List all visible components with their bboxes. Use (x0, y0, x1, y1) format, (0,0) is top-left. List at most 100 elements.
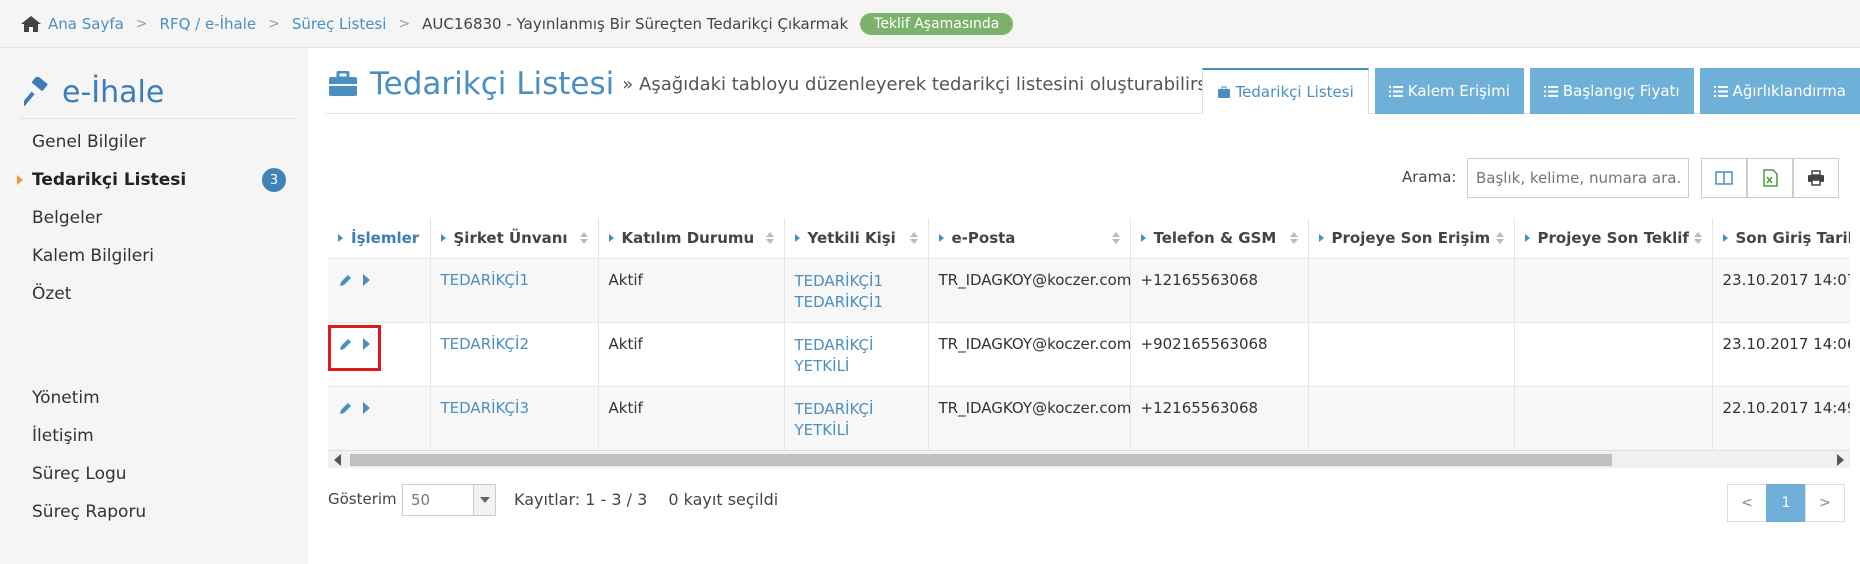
table-row: TEDARİKÇİ2 Aktif TEDARİKÇİ YETKİLİ TR_ID… (328, 321, 1850, 386)
company-link[interactable]: TEDARİKÇİ2 (430, 321, 599, 386)
sort-icon[interactable] (1693, 232, 1702, 244)
table-cell: +12165563068 (1130, 385, 1309, 450)
excel-icon (1763, 169, 1778, 187)
brand: e-İhale (24, 72, 164, 112)
table-cell: 23.10.2017 14:06 (1712, 321, 1850, 386)
expand-icon[interactable] (363, 274, 370, 286)
divider (20, 118, 295, 119)
columns-button[interactable] (1701, 158, 1747, 198)
sidebar-item-label: Süreç Raporu (32, 502, 147, 522)
table-cell (1308, 385, 1515, 450)
records-summary: Kayıtlar: 1 - 3 / 3 0 kayıt seçildi (514, 490, 778, 509)
list-icon (1388, 85, 1403, 97)
table-cell: Aktif (598, 321, 785, 386)
print-icon (1808, 170, 1824, 186)
column-header[interactable]: İşlemler (328, 218, 431, 258)
tab-tedarikci-listesi[interactable]: Tedarikçi Listesi (1201, 68, 1369, 114)
row-actions (328, 257, 431, 322)
column-header[interactable]: Projeye Son Teklif (1514, 218, 1713, 258)
pagination-next[interactable]: > (1805, 484, 1845, 522)
column-header[interactable]: Telefon & GSM (1130, 218, 1309, 258)
table-cell: +902165563068 (1130, 321, 1309, 386)
sort-icon[interactable] (579, 232, 588, 244)
table-cell: Aktif (598, 385, 785, 450)
selected-count: 0 kayıt seçildi (668, 490, 779, 509)
sort-icon[interactable] (1495, 232, 1504, 244)
column-header[interactable]: Katılım Durumu (598, 218, 785, 258)
column-header[interactable]: e-Posta (928, 218, 1131, 258)
sidebar-item-tedarikci-listesi[interactable]: Tedarikçi Listesi 3 (0, 161, 308, 199)
column-header[interactable]: Yetkili Kişi (784, 218, 929, 258)
pagination-page[interactable]: 1 (1766, 484, 1806, 522)
sort-icon[interactable] (909, 232, 918, 244)
table-cell: TR_IDAGKOY@koczer.com (928, 257, 1131, 322)
column-header[interactable]: Son Giriş Tarihi (1712, 218, 1850, 258)
sidebar-item-label: Özet (32, 284, 72, 304)
sidebar-item-iletisim[interactable]: İletişim (0, 417, 308, 455)
status-badge: Teklif Aşamasında (860, 12, 1014, 35)
table-cell: TR_IDAGKOY@koczer.com (928, 321, 1131, 386)
sidebar-item-label: Genel Bilgiler (32, 132, 146, 152)
sidebar-item-surec-raporu[interactable]: Süreç Raporu (0, 493, 308, 531)
export-excel-button[interactable] (1747, 158, 1793, 198)
sidebar-item-label: Tedarikçi Listesi (32, 170, 187, 190)
page-subtitle: » Aşağıdaki tabloyu düzenleyerek tedarik… (622, 73, 1244, 95)
chevron-down-icon[interactable] (473, 485, 495, 515)
table-row: TEDARİKÇİ3 Aktif TEDARİKÇİ YETKİLİ TR_ID… (328, 385, 1850, 450)
tab-label: Başlangıç Fiyatı (1562, 82, 1680, 100)
page-size-select[interactable]: 50 (402, 484, 496, 516)
breadcrumb-rfq-link[interactable]: RFQ / e-İhale (160, 15, 257, 33)
sidebar-item-surec-logu[interactable]: Süreç Logu (0, 455, 308, 493)
sidebar-item-belgeler[interactable]: Belgeler (0, 199, 308, 237)
scroll-right-icon[interactable] (1837, 454, 1844, 466)
scroll-left-icon[interactable] (334, 454, 341, 466)
sort-icon[interactable] (1289, 232, 1298, 244)
print-button[interactable] (1793, 158, 1839, 198)
column-header[interactable]: Projeye Son Erişim (1308, 218, 1515, 258)
contact-link[interactable]: TEDARİKÇİ1 TEDARİKÇİ1 (795, 271, 918, 313)
contact-link[interactable]: TEDARİKÇİ YETKİLİ (795, 399, 918, 441)
company-link[interactable]: TEDARİKÇİ3 (430, 385, 599, 450)
table-cell (1514, 385, 1713, 450)
edit-icon[interactable] (338, 273, 353, 288)
briefcase-icon (329, 71, 357, 96)
search-input[interactable] (1467, 158, 1689, 198)
breadcrumb-separator: > (135, 15, 148, 32)
sidebar-item-yonetim[interactable]: Yönetim (0, 379, 308, 417)
count-badge: 3 (262, 168, 286, 192)
table-cell: +12165563068 (1130, 257, 1309, 322)
sidebar-item-label: Kalem Bilgileri (32, 246, 154, 266)
tab-baslangic-fiyati[interactable]: Başlangıç Fiyatı (1529, 68, 1694, 114)
sidebar-item-ozet[interactable]: Özet (0, 275, 308, 313)
tab-agirliklandirma[interactable]: Ağırlıklandırma (1699, 68, 1860, 114)
edit-icon[interactable] (338, 401, 353, 416)
list-icon (1543, 85, 1558, 97)
sidebar-item-genel-bilgiler[interactable]: Genel Bilgiler (0, 123, 308, 161)
breadcrumb-process-list-link[interactable]: Süreç Listesi (292, 15, 387, 33)
scrollbar-thumb[interactable] (350, 454, 1612, 466)
pagination-prev[interactable]: < (1727, 484, 1767, 522)
table-cell: TR_IDAGKOY@koczer.com (928, 385, 1131, 450)
sort-icon[interactable] (765, 232, 774, 244)
contact-link[interactable]: TEDARİKÇİ YETKİLİ (795, 335, 918, 377)
supplier-table: İşlemler Şirket Ünvanı Katılım Durumu Ye… (328, 218, 1850, 450)
breadcrumb-home-link[interactable]: Ana Sayfa (48, 15, 124, 33)
sidebar-item-kalem-bilgileri[interactable]: Kalem Bilgileri (0, 237, 308, 275)
page-title: Tedarikçi Listesi (370, 66, 615, 102)
column-header[interactable]: Şirket Ünvanı (430, 218, 599, 258)
table-cell (1514, 257, 1713, 322)
page-size-value: 50 (411, 491, 431, 509)
tab-label: Kalem Erişimi (1407, 82, 1510, 100)
row-actions (328, 385, 431, 450)
expand-icon[interactable] (363, 402, 370, 414)
sort-icon[interactable] (1111, 232, 1120, 244)
table-cell: 22.10.2017 14:49 (1712, 385, 1850, 450)
tab-kalem-erisimi[interactable]: Kalem Erişimi (1374, 68, 1524, 114)
home-icon[interactable] (20, 15, 42, 33)
highlight-box (328, 325, 381, 371)
sidebar-item-label: Süreç Logu (32, 464, 127, 484)
company-link[interactable]: TEDARİKÇİ1 (430, 257, 599, 322)
records-count: Kayıtlar: 1 - 3 / 3 (514, 490, 648, 509)
table-cell: Aktif (598, 257, 785, 322)
horizontal-scrollbar[interactable] (328, 450, 1850, 468)
